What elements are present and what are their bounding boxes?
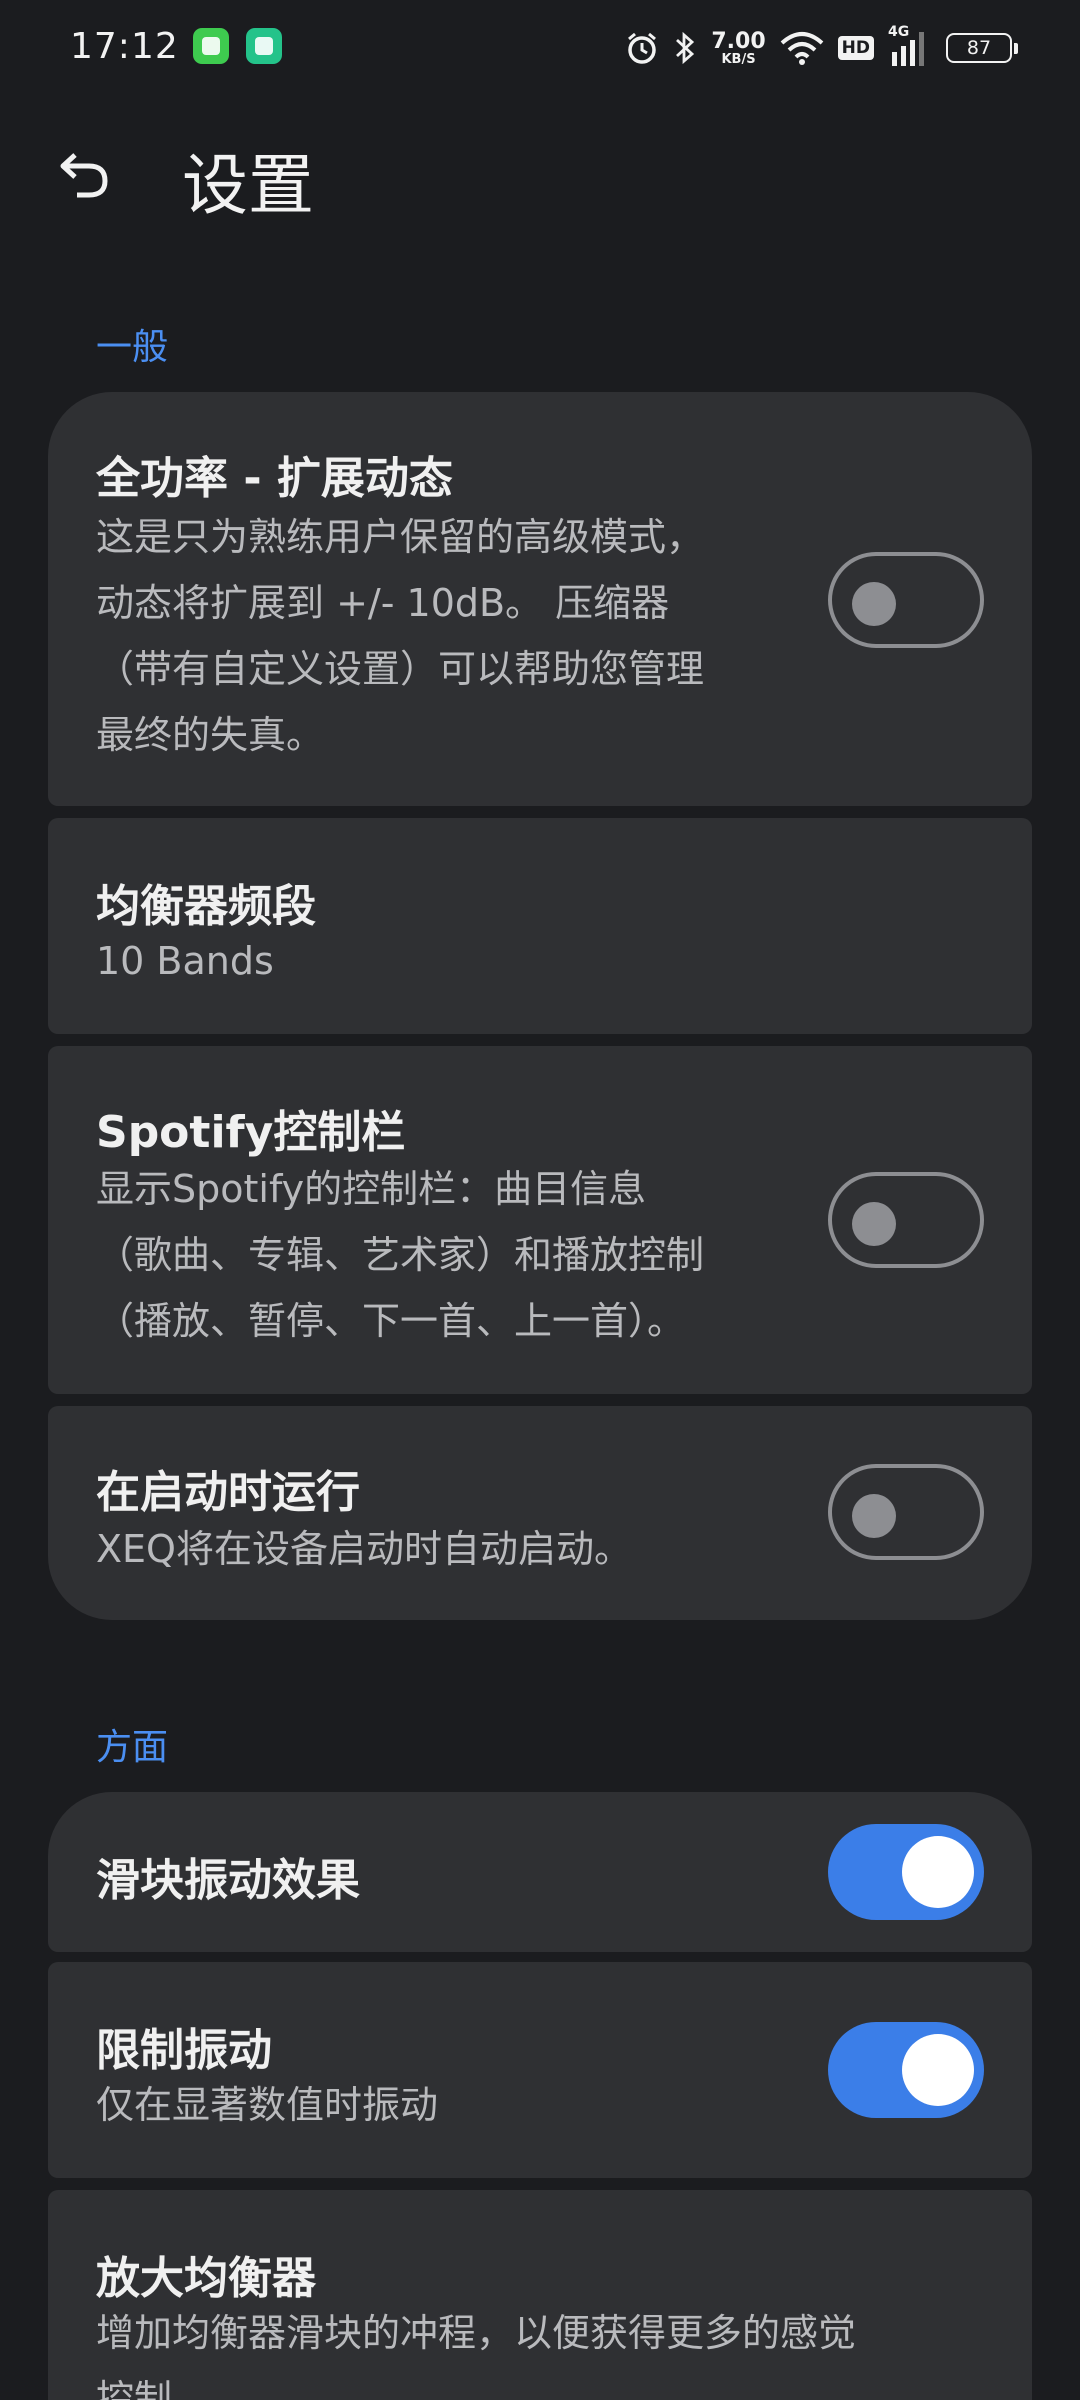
setting-full-power-extended-dynamics[interactable]: 全功率 - 扩展动态 这是只为熟练用户保留的高级模式， 动态将扩展到 +/- 1… <box>48 392 1032 806</box>
network-speed: 7.00 KB/S <box>711 28 766 67</box>
setting-description: XEQ将在设备启动时自动启动。 <box>96 1527 632 1571</box>
setting-enlarge-equalizer[interactable]: 放大均衡器 增加均衡器滑块的冲程，以便获得更多的感觉 控制 <box>48 2190 1032 2400</box>
setting-description: 仅在显著数值时振动 <box>96 2083 439 2127</box>
setting-description: 显示Spotify的控制栏：曲目信息 （歌曲、专辑、艺术家）和播放控制 （播放、… <box>96 1167 705 1343</box>
setting-title: 限制振动 <box>96 2025 272 2076</box>
messages-app-icon <box>193 28 229 64</box>
signal-icon: 4G <box>888 24 932 68</box>
status-bar: 17:12 7.00 KB/S HD 4G 87 <box>0 0 1080 96</box>
status-icons: 7.00 KB/S HD 4G 87 <box>625 22 1018 74</box>
wifi-icon <box>780 32 823 65</box>
run-on-startup-toggle[interactable] <box>828 1464 984 1560</box>
setting-limit-vibration[interactable]: 限制振动 仅在显著数值时振动 <box>48 1962 1032 2178</box>
spotify-control-bar-toggle[interactable] <box>828 1172 984 1268</box>
slider-vibration-toggle[interactable] <box>828 1824 984 1920</box>
limit-vibration-toggle[interactable] <box>828 2022 984 2118</box>
setting-run-on-startup[interactable]: 在启动时运行 XEQ将在设备启动时自动启动。 <box>48 1406 1032 1620</box>
security-app-icon <box>246 28 282 64</box>
hd-badge: HD <box>837 36 874 60</box>
setting-equalizer-bands[interactable]: 均衡器频段 10 Bands <box>48 818 1032 1034</box>
setting-title: 在启动时运行 <box>96 1467 360 1518</box>
equalizer-bands-value: 10 Bands <box>96 939 274 983</box>
undo-arrow-icon <box>60 153 108 198</box>
setting-description: 增加均衡器滑块的冲程，以便获得更多的感觉 控制 <box>96 2311 857 2400</box>
setting-title: 全功率 - 扩展动态 <box>96 453 453 504</box>
bluetooth-icon <box>676 31 695 65</box>
full-power-toggle[interactable] <box>828 552 984 648</box>
setting-title: 放大均衡器 <box>96 2253 316 2304</box>
setting-description: 这是只为熟练用户保留的高级模式， 动态将扩展到 +/- 10dB。 压缩器 （带… <box>96 515 705 757</box>
section-title-appearance: 方面 <box>96 1727 169 1768</box>
setting-title: Spotify控制栏 <box>96 1107 406 1158</box>
battery-icon: 87 <box>946 33 1018 63</box>
alarm-icon <box>628 32 657 64</box>
setting-title: 滑块振动效果 <box>96 1855 360 1906</box>
status-time: 17:12 <box>70 26 179 67</box>
setting-spotify-control-bar[interactable]: Spotify控制栏 显示Spotify的控制栏：曲目信息 （歌曲、专辑、艺术家… <box>48 1046 1032 1394</box>
setting-slider-vibration-effect[interactable]: 滑块振动效果 <box>48 1792 1032 1952</box>
setting-title: 均衡器频段 <box>96 881 316 932</box>
page-title: 设置 <box>182 147 314 224</box>
section-title-general: 一般 <box>96 327 169 368</box>
back-button[interactable] <box>50 140 120 210</box>
